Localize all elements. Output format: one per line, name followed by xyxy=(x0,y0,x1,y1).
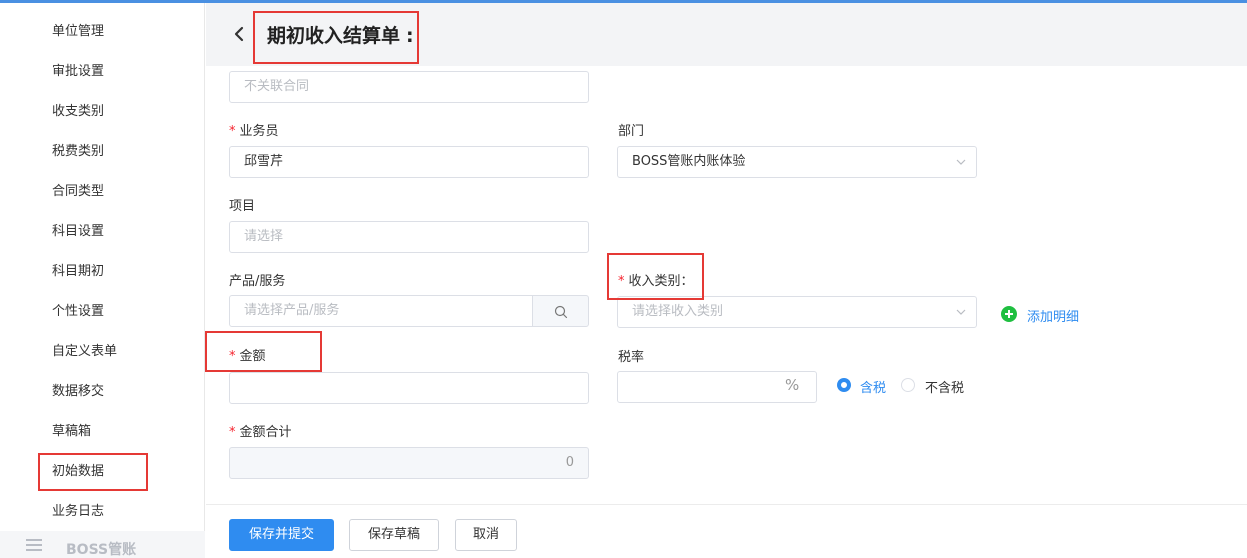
tax-exclusive-label[interactable]: 不含税 xyxy=(925,377,964,396)
sidebar-item-opening-balances[interactable]: 科目期初 xyxy=(52,260,104,279)
cancel-button[interactable]: 取消 xyxy=(455,519,517,551)
save-draft-button[interactable]: 保存草稿 xyxy=(349,519,439,551)
sidebar-item-drafts[interactable]: 草稿箱 xyxy=(52,420,91,439)
sidebar-item-initial-data[interactable]: 初始数据 xyxy=(52,460,104,479)
project-select[interactable]: 请选择 xyxy=(229,221,589,253)
sidebar-item-contract-types[interactable]: 合同类型 xyxy=(52,180,104,199)
sidebar-group-boss[interactable]: BOSS管账 xyxy=(0,531,205,558)
add-detail-link[interactable]: 添加明细 xyxy=(1027,306,1079,325)
page-title: 期初收入结算单: xyxy=(267,21,414,48)
amount-field[interactable] xyxy=(229,372,589,404)
percent-unit: % xyxy=(785,376,800,394)
total-amount-label: * 金额合计 xyxy=(229,425,292,440)
sidebar-item-approval-settings[interactable]: 审批设置 xyxy=(52,60,104,79)
menu-collapse-icon xyxy=(26,539,42,551)
chevron-left-icon[interactable] xyxy=(232,26,246,42)
sidebar-group-label: BOSS管账 xyxy=(66,542,137,558)
project-label: 项目 xyxy=(229,199,256,214)
sidebar-item-tax-categories[interactable]: 税费类别 xyxy=(52,140,104,159)
search-icon xyxy=(554,305,568,319)
sidebar-item-business-log[interactable]: 业务日志 xyxy=(52,500,104,519)
save-and-submit-button[interactable]: 保存并提交 xyxy=(229,519,334,551)
product-input[interactable]: 请选择产品/服务 xyxy=(229,295,533,327)
product-search-button[interactable] xyxy=(532,295,589,327)
total-amount-field: 0 xyxy=(229,447,589,479)
sidebar-item-personal-settings[interactable]: 个性设置 xyxy=(52,300,104,319)
income-category-placeholder: 请选择收入类别 xyxy=(632,304,724,319)
tax-inclusive-label[interactable]: 含税 xyxy=(860,377,886,396)
department-label: 部门 xyxy=(618,124,645,139)
tax-inclusive-radio[interactable] xyxy=(837,378,851,392)
sidebar: 单位管理 审批设置 收支类别 税费类别 合同类型 科目设置 科目期初 个性设置 … xyxy=(0,3,205,558)
chevron-down-icon xyxy=(956,309,966,315)
salesperson-field[interactable]: 邱雪芹 xyxy=(229,146,589,178)
tax-exclusive-radio[interactable] xyxy=(901,378,915,392)
sidebar-item-data-handover[interactable]: 数据移交 xyxy=(52,380,104,399)
income-category-label: * 收入类别： xyxy=(618,274,694,289)
sidebar-item-unit-management[interactable]: 单位管理 xyxy=(52,20,104,39)
tax-rate-label: 税率 xyxy=(618,350,645,365)
page-title-suffix: : xyxy=(406,25,414,47)
add-circle-icon[interactable] xyxy=(1001,306,1017,322)
department-select[interactable]: BOSS管账内账体验 xyxy=(617,146,977,178)
sidebar-item-account-settings[interactable]: 科目设置 xyxy=(52,220,104,239)
chevron-down-icon xyxy=(956,159,966,165)
salesperson-label: * 业务员 xyxy=(229,124,279,139)
sidebar-item-income-expense-categories[interactable]: 收支类别 xyxy=(52,100,104,119)
sidebar-item-custom-forms[interactable]: 自定义表单 xyxy=(52,340,117,359)
contract-select[interactable]: 不关联合同 xyxy=(229,71,589,103)
page-title-text: 期初收入结算单 xyxy=(267,25,401,47)
product-label: 产品/服务 xyxy=(229,274,286,289)
department-value: BOSS管账内账体验 xyxy=(632,154,746,169)
amount-label: * 金额 xyxy=(229,349,266,364)
income-category-select[interactable]: 请选择收入类别 xyxy=(617,296,977,328)
